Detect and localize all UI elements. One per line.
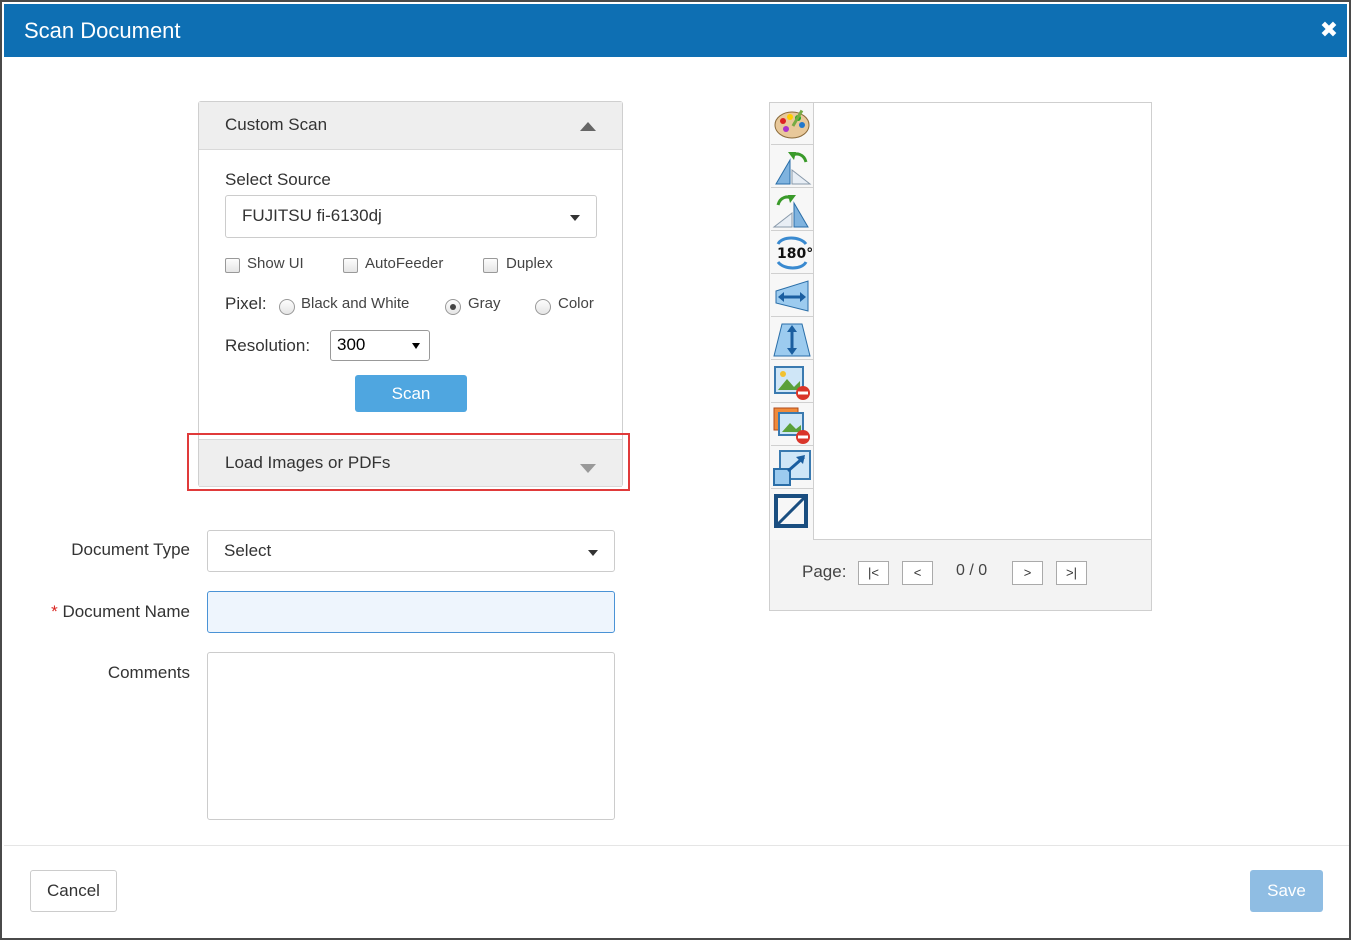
crop-icon[interactable] (771, 490, 813, 532)
color-radio[interactable] (535, 299, 551, 315)
chevron-down-icon (412, 343, 420, 349)
color-palette-icon[interactable] (771, 103, 813, 145)
document-type-label: Document Type (71, 540, 190, 559)
duplex-checkbox[interactable] (483, 258, 498, 273)
gray-label: Gray (468, 295, 501, 312)
autofeeder-checkbox[interactable] (343, 258, 358, 273)
page-navigator: Page: |< < 0 / 0 > >| (770, 540, 1151, 610)
gray-radio[interactable] (445, 299, 461, 315)
show-ui-label: Show UI (247, 255, 304, 272)
black-and-white-radio[interactable] (279, 299, 295, 315)
resolution-value: 300 (337, 335, 366, 354)
page-label: Page: (802, 562, 847, 581)
image-canvas[interactable] (814, 103, 1151, 540)
rotate-180-icon[interactable]: 180° (771, 232, 813, 274)
document-name-label-wrap: * Document Name (30, 602, 190, 622)
footer-divider (4, 845, 1349, 846)
save-button[interactable]: Save (1250, 870, 1323, 912)
chevron-down-icon (588, 550, 598, 556)
chevron-down-icon (570, 215, 580, 221)
dialog-titlebar: Scan Document ✖ (4, 4, 1347, 57)
source-select-value: FUJITSU fi-6130dj (242, 206, 382, 225)
comments-textarea[interactable] (207, 652, 615, 820)
resolution-select[interactable]: 300 (330, 330, 430, 361)
duplex-label: Duplex (506, 255, 553, 272)
previous-page-button[interactable]: < (902, 561, 933, 585)
chevron-up-icon (580, 122, 596, 131)
black-and-white-label: Black and White (301, 295, 410, 312)
close-icon[interactable]: ✖ (1319, 17, 1339, 43)
resize-icon[interactable] (771, 447, 813, 489)
document-type-select[interactable]: Select (207, 530, 615, 572)
viewer-toolbar: 180° (770, 103, 814, 540)
image-viewer: 180° Page: |< < 0 / 0 > >| (769, 102, 1152, 611)
show-ui-checkbox[interactable] (225, 258, 240, 273)
comments-label: Comments (107, 663, 190, 682)
source-select[interactable]: FUJITSU fi-6130dj (225, 195, 597, 238)
load-images-title: Load Images or PDFs (225, 453, 391, 472)
rotate-left-icon[interactable] (771, 146, 813, 188)
document-name-input[interactable] (207, 591, 615, 633)
flip-horizontal-icon[interactable] (771, 275, 813, 317)
scan-document-dialog: Scan Document ✖ Custom Scan Select Sourc… (0, 0, 1351, 940)
rotate-right-icon[interactable] (771, 189, 813, 231)
flip-vertical-icon[interactable] (771, 318, 813, 360)
last-page-button[interactable]: >| (1056, 561, 1087, 585)
required-marker: * (51, 602, 58, 621)
first-page-button[interactable]: |< (858, 561, 889, 585)
cancel-button[interactable]: Cancel (30, 870, 117, 912)
scan-button[interactable]: Scan (355, 375, 467, 412)
svg-text:180°: 180° (777, 246, 812, 262)
pixel-label: Pixel: (225, 294, 267, 313)
document-type-value: Select (224, 541, 272, 560)
scan-accordion: Custom Scan Select Source FUJITSU fi-613… (198, 101, 623, 487)
page-count: 0 / 0 (956, 562, 988, 579)
remove-all-images-icon[interactable] (771, 404, 813, 446)
autofeeder-label: AutoFeeder (365, 255, 444, 272)
remove-image-icon[interactable] (771, 361, 813, 403)
dialog-title: Scan Document (24, 18, 181, 43)
load-images-header[interactable]: Load Images or PDFs (199, 439, 622, 487)
document-name-label: Document Name (62, 602, 190, 621)
chevron-down-icon (580, 464, 596, 473)
custom-scan-title: Custom Scan (225, 115, 328, 134)
select-source-label: Select Source (225, 170, 331, 189)
next-page-button[interactable]: > (1012, 561, 1043, 585)
color-label: Color (558, 295, 594, 312)
resolution-label: Resolution: (225, 336, 311, 355)
custom-scan-header[interactable]: Custom Scan (199, 102, 622, 150)
